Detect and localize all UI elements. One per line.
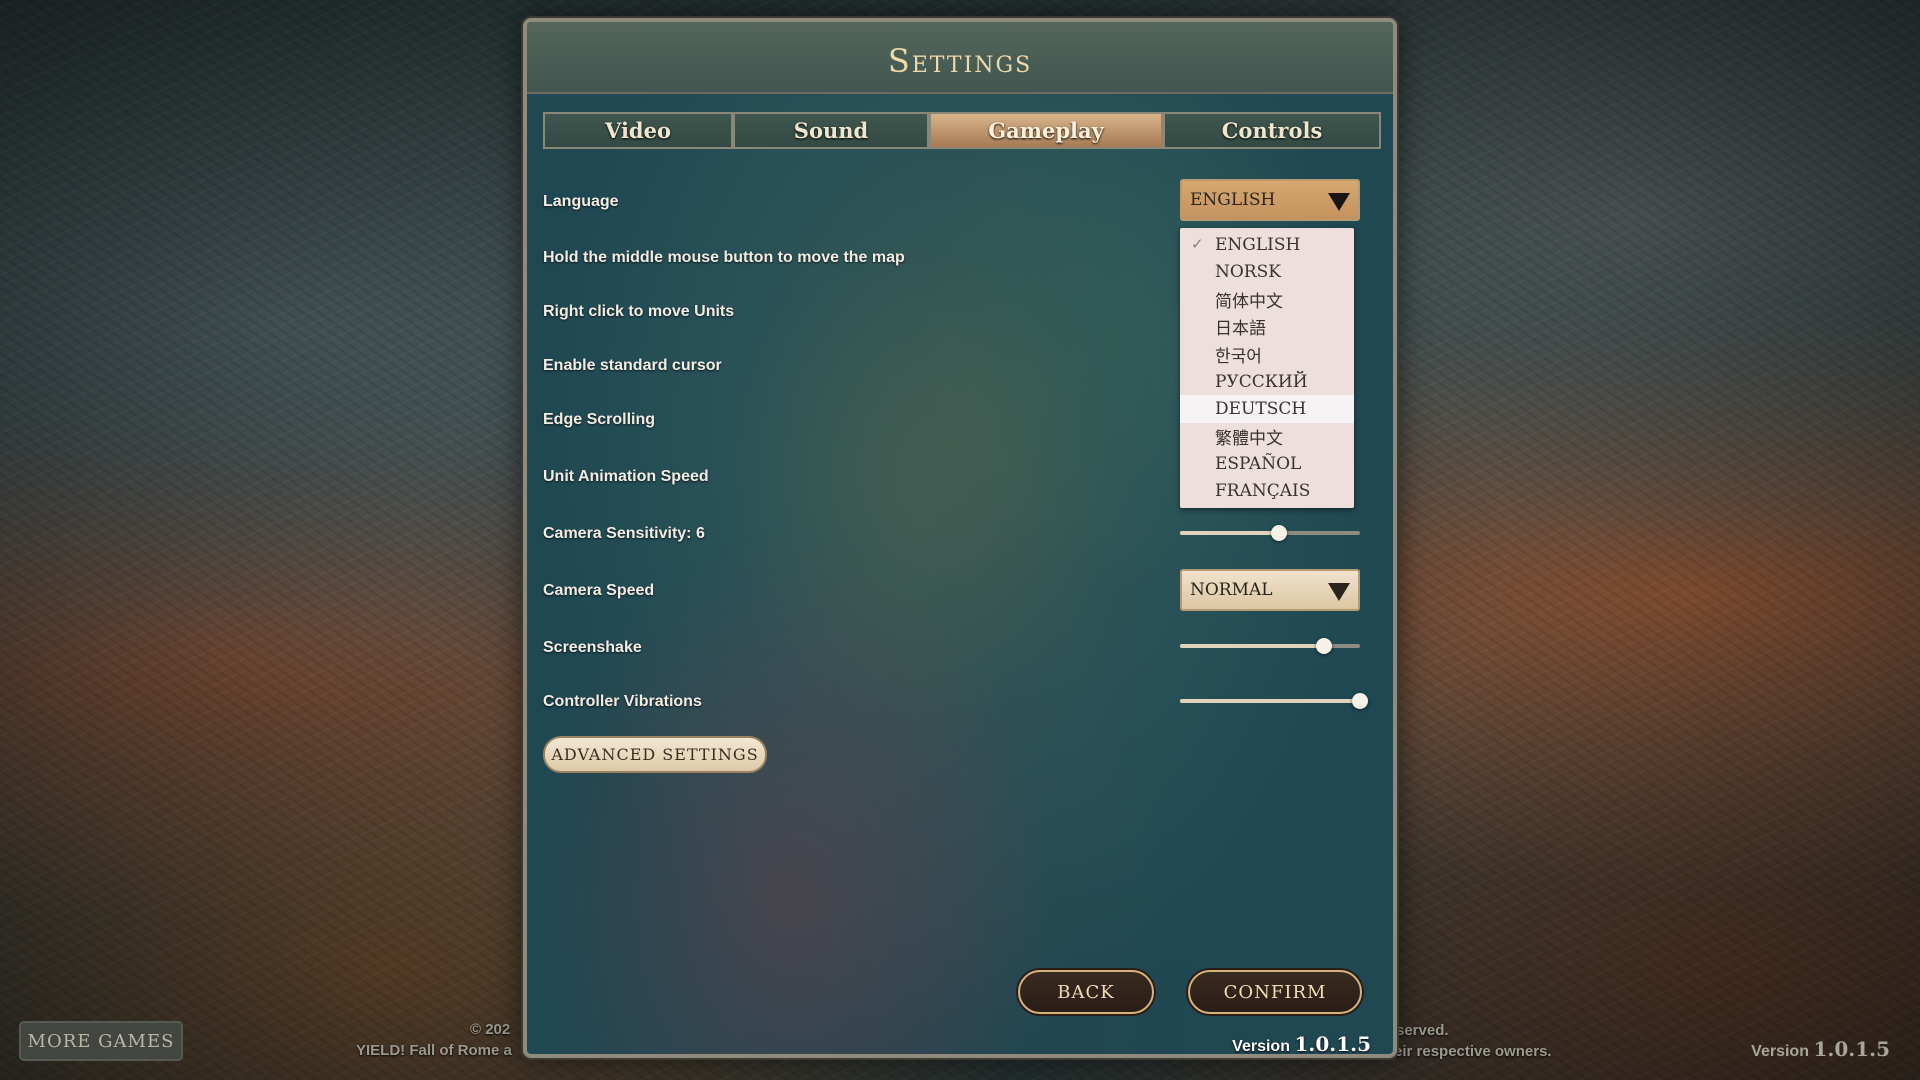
camera-sensitivity-slider[interactable] [1180,525,1360,541]
screenshake-slider[interactable] [1180,638,1360,654]
language-option[interactable]: ESPAÑOL [1180,450,1354,477]
copyright-line-2: YIELD! Fall of Rome a [356,1042,512,1059]
screenshake-fill [1180,644,1324,648]
language-option[interactable]: 日本語 [1180,313,1354,340]
language-option[interactable]: 한국어 [1180,341,1354,368]
controller-vibrations-label: Controller Vibrations [543,693,702,710]
rights-line-2: eir respective owners. [1394,1043,1552,1060]
rights-line-1: served. [1396,1022,1449,1039]
middle-mouse-label: Hold the middle mouse button to move the… [543,249,905,266]
corner-version-number: 1.0.1.5 [1813,1037,1890,1061]
corner-version-label: Version [1751,1043,1809,1060]
right-click-label: Right click to move Units [543,303,735,320]
language-menu: ✓ ENGLISH NORSK 简体中文日本語 한국어 РУССКИЙ DEUTSCH 繁體中… [1180,228,1354,508]
language-option-label: 한국어 [1215,346,1262,367]
screenshake-knob[interactable] [1316,638,1332,654]
tab-bar: Video Sound Gameplay Controls [543,112,1381,149]
standard-cursor-label: Enable standard cursor [543,357,722,374]
check-icon: ✓ [1191,235,1204,253]
chevron-down-icon [1328,583,1350,601]
language-option-label: 繁體中文 [1215,428,1283,449]
panel-version-label: Version [1232,1038,1290,1055]
controller-vibrations-slider[interactable] [1180,693,1368,709]
language-option[interactable]: FRANÇAIS [1180,478,1354,505]
camera-speed-dropdown[interactable]: NORMAL [1180,569,1360,611]
camera-speed-value: NORMAL [1190,580,1273,600]
language-option[interactable]: 简体中文 [1180,286,1354,313]
language-option[interactable]: NORSK [1180,258,1354,285]
camera-sensitivity-label: Camera Sensitivity: 6 [543,525,705,542]
panel-version-number: 1.0.1.5 [1294,1032,1371,1056]
confirm-button[interactable]: CONFIRM [1188,970,1362,1014]
back-button[interactable]: BACK [1018,970,1154,1014]
advanced-settings-button[interactable]: ADVANCED SETTINGS [543,736,767,773]
language-option[interactable]: ✓ ENGLISH [1180,231,1354,258]
language-label: Language [543,193,619,210]
chevron-down-icon [1328,193,1350,211]
corner-version: Version 1.0.1.5 [1751,1037,1890,1061]
controller-vibrations-knob[interactable] [1352,693,1368,709]
language-dropdown[interactable]: ENGLISH [1180,179,1360,221]
tab-controls[interactable]: Controls [1163,112,1381,149]
language-option-label: 简体中文 [1215,291,1283,312]
camera-sensitivity-fill [1180,531,1279,535]
camera-sensitivity-knob[interactable] [1271,525,1287,541]
screenshake-label: Screenshake [543,639,642,656]
tab-gameplay[interactable]: Gameplay [929,112,1163,149]
panel-version: Version 1.0.1.5 [1232,1032,1371,1056]
edge-scrolling-label: Edge Scrolling [543,411,656,428]
language-option[interactable]: DEUTSCH [1180,395,1354,423]
language-option-label: DEUTSCH [1215,399,1307,420]
language-option-label: РУССКИЙ [1215,371,1308,392]
tab-video[interactable]: Video [543,112,733,149]
language-option-label: FRANÇAIS [1215,481,1311,502]
tab-sound[interactable]: Sound [733,112,929,149]
settings-panel: Settings Video Sound Gameplay Controls L… [523,18,1397,1058]
language-option-label: ESPAÑOL [1215,453,1302,474]
language-option[interactable]: РУССКИЙ [1180,368,1354,395]
language-option-label: ENGLISH [1215,234,1301,255]
camera-speed-label: Camera Speed [543,582,655,599]
language-option[interactable]: 繁體中文 [1180,423,1354,450]
controller-vibrations-fill [1180,699,1360,703]
unit-animation-speed-label: Unit Animation Speed [543,468,709,485]
language-option-label: 日本語 [1215,319,1266,340]
language-dropdown-value: ENGLISH [1190,190,1276,210]
page-title: Settings [887,42,1033,80]
copyright-line-1: © 202 [470,1021,511,1038]
language-option-label: NORSK [1215,262,1281,283]
more-games-button[interactable]: MORE GAMES [19,1021,183,1061]
